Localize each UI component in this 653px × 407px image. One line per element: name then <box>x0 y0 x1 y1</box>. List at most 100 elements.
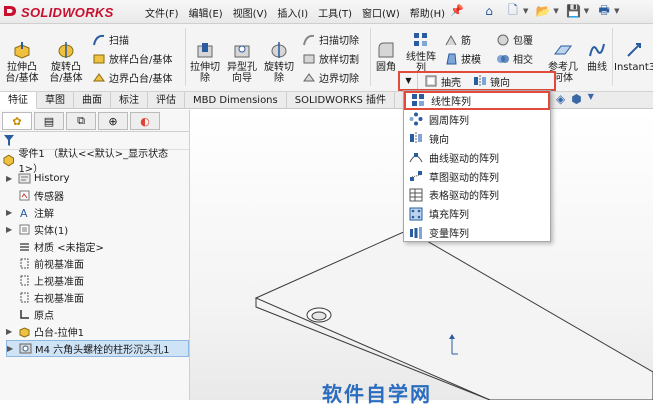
chevron-down-icon[interactable]: ▼ <box>523 7 528 15</box>
extrude-boss-icon <box>14 42 30 59</box>
mirror-button[interactable]: 镜向 <box>467 74 516 89</box>
revolve-cut-icon <box>271 42 287 58</box>
circular-pattern-icon <box>409 112 423 126</box>
menu-view[interactable]: 视图(V) <box>228 4 273 21</box>
menu-item-curve-driven-pattern[interactable]: 曲线驱动的阵列 <box>404 148 550 167</box>
display-style-icon[interactable]: ⬢ <box>571 92 581 106</box>
hole-wizard-icon <box>234 45 250 58</box>
lofted-cut-icon <box>303 54 315 63</box>
chevron-down-icon[interactable]: ▼ <box>588 92 594 106</box>
menu-edit[interactable]: 编辑(E) <box>184 4 228 21</box>
menu-item-mirror[interactable]: 镜向 <box>404 129 550 148</box>
menu-window[interactable]: 窗口(W) <box>357 4 405 21</box>
tab-mbd-dimensions[interactable]: MBD Dimensions <box>185 92 287 109</box>
pattern-dropdown-menu: 线性阵列 圆周阵列 镜向 曲线驱动的阵列 草图驱动的阵列 表格驱动的阵列 填充阵… <box>403 90 551 242</box>
loft-boss-button[interactable]: 放样凸台/基体 <box>92 51 172 66</box>
tree-node-annotations[interactable]: ▶ A 注解 <box>6 204 189 221</box>
menu-item-fill-pattern[interactable]: 填充阵列 <box>404 204 550 223</box>
linear-pattern-icon <box>412 94 424 107</box>
expand-arrow-icon[interactable]: ▶ <box>6 174 14 183</box>
loft-icon <box>93 54 105 63</box>
menu-help[interactable]: 帮助(H) <box>405 4 450 21</box>
draft-icon <box>446 53 457 64</box>
revolve-boss-button[interactable]: 旋转凸 台/基体 <box>46 40 86 84</box>
feature-manager-panel: ✿ ▤ ⧉ ⊕ ◐ 零件1 （默认<<默认>_显示状态 1>） ▶ Histor… <box>0 110 190 400</box>
expand-arrow-icon[interactable]: ▶ <box>6 208 14 217</box>
fillet-button[interactable]: 圆角 <box>372 40 400 73</box>
expand-arrow-icon[interactable]: ▶ <box>6 225 14 234</box>
tree-node-origin[interactable]: 原点 <box>6 306 189 323</box>
expand-arrow-icon[interactable]: ▶ <box>7 344 15 353</box>
intersect-button[interactable]: 相交 <box>496 51 533 66</box>
dimxpert-tab[interactable]: ⊕ <box>98 112 128 130</box>
configuration-manager-tab[interactable]: ⧉ <box>66 112 96 130</box>
tree-node-boss-extrude[interactable]: ▶ 凸台-拉伸1 <box>6 323 189 340</box>
shell-icon <box>425 75 437 87</box>
view-orientation-icon[interactable]: ◈ <box>556 92 565 106</box>
save-icon[interactable]: 💾 <box>565 2 583 20</box>
tree-node-right-plane[interactable]: 右视基准面 <box>6 289 189 306</box>
menu-item-linear-pattern[interactable]: 线性阵列 <box>404 91 550 110</box>
chevron-down-icon[interactable]: ▼ <box>553 7 558 15</box>
sketch-driven-pattern-icon <box>410 171 422 181</box>
instant3d-button[interactable]: Instant3D <box>614 40 653 73</box>
tab-markup[interactable]: 标注 <box>111 92 148 109</box>
sweep-button[interactable]: 扫描 <box>92 32 129 47</box>
feature-tree: ▶ History 传感器 ▶ A 注解 ▶ 实体(1) 材质 <未指定> 前视 <box>0 170 189 357</box>
tab-evaluate[interactable]: 评估 <box>148 92 185 109</box>
feature-tree-tab[interactable]: ✿ <box>2 112 32 130</box>
solidworks-logo[interactable]: SOLIDWORKS <box>2 2 114 22</box>
draft-button[interactable]: 拔模 <box>444 51 481 66</box>
revolve-cut-button[interactable]: 旋转切 除 <box>262 40 296 84</box>
pin-icon[interactable]: 📌 <box>450 4 464 17</box>
boundary-cut-button[interactable]: 边界切除 <box>302 70 359 85</box>
display-manager-tab[interactable]: ◐ <box>130 112 160 130</box>
menu-tools[interactable]: 工具(T) <box>313 4 357 21</box>
panel-tabs: ✿ ▤ ⧉ ⊕ ◐ <box>0 110 189 132</box>
menu-insert[interactable]: 插入(I) <box>272 4 313 21</box>
extrude-boss-button[interactable]: 拉伸凸 台/基体 <box>4 40 40 84</box>
plane-icon <box>17 257 31 271</box>
swept-cut-button[interactable]: 扫描切除 <box>302 32 359 47</box>
open-folder-icon[interactable]: 📂 <box>534 2 552 20</box>
extrude-cut-button[interactable]: 拉伸切 除 <box>188 40 222 84</box>
tab-solidworks-addins[interactable]: SOLIDWORKS 插件 <box>287 92 395 109</box>
wrap-icon <box>497 34 509 45</box>
new-document-icon[interactable]: 🗋 <box>504 2 522 20</box>
hole-wizard-button[interactable]: 异型孔 向导 <box>224 40 260 84</box>
pattern-dropdown-toggle[interactable]: ▼ <box>400 73 418 89</box>
tree-node-top-plane[interactable]: 上视基准面 <box>6 272 189 289</box>
menu-file[interactable]: 文件(F) <box>140 4 184 21</box>
shell-button[interactable]: 抽壳 <box>418 74 467 89</box>
tree-node-solid-bodies[interactable]: ▶ 实体(1) <box>6 221 189 238</box>
chevron-down-icon[interactable]: ▼ <box>584 7 589 15</box>
lofted-cut-button[interactable]: 放样切割 <box>302 51 359 66</box>
menu-item-sketch-driven-pattern[interactable]: 草图驱动的阵列 <box>404 167 550 186</box>
tree-node-material[interactable]: 材质 <未指定> <box>6 238 189 255</box>
print-icon[interactable]: 🖶 <box>595 2 613 20</box>
tree-node-front-plane[interactable]: 前视基准面 <box>6 255 189 272</box>
part-root[interactable]: 零件1 （默认<<默认>_显示状态 1>） <box>0 149 189 175</box>
menu-item-circular-pattern[interactable]: 圆周阵列 <box>404 110 550 129</box>
rib-button[interactable]: 筋 <box>444 32 471 47</box>
menu-item-variable-pattern[interactable]: 变量阵列 <box>404 223 550 242</box>
tree-node-counterbore-hole[interactable]: ▶ M4 六角头螺栓的柱形沉头孔1 <box>6 340 189 357</box>
instant3d-icon <box>626 43 641 57</box>
wrap-button[interactable]: 包覆 <box>496 32 533 47</box>
history-icon <box>17 172 31 186</box>
tab-sketch[interactable]: 草图 <box>37 92 74 109</box>
expand-arrow-icon[interactable]: ▶ <box>6 327 14 336</box>
menu-item-table-driven-pattern[interactable]: 表格驱动的阵列 <box>404 185 550 204</box>
reference-geometry-icon <box>554 45 572 55</box>
pattern-dropdown-header: ▼ 抽壳 镜向 <box>398 71 556 91</box>
property-manager-tab[interactable]: ▤ <box>34 112 64 130</box>
chevron-down-icon[interactable]: ▼ <box>614 7 619 15</box>
boundary-boss-icon <box>93 72 105 81</box>
linear-pattern-button[interactable]: 线性阵 列 <box>402 30 440 74</box>
tab-features[interactable]: 特征 <box>0 92 37 109</box>
tab-surfaces[interactable]: 曲面 <box>74 92 111 109</box>
curves-button[interactable]: 曲线 <box>584 40 610 73</box>
tree-node-sensors[interactable]: 传感器 <box>6 187 189 204</box>
boundary-boss-button[interactable]: 边界凸台/基体 <box>92 70 172 85</box>
home-icon[interactable]: ⌂ <box>480 2 498 20</box>
